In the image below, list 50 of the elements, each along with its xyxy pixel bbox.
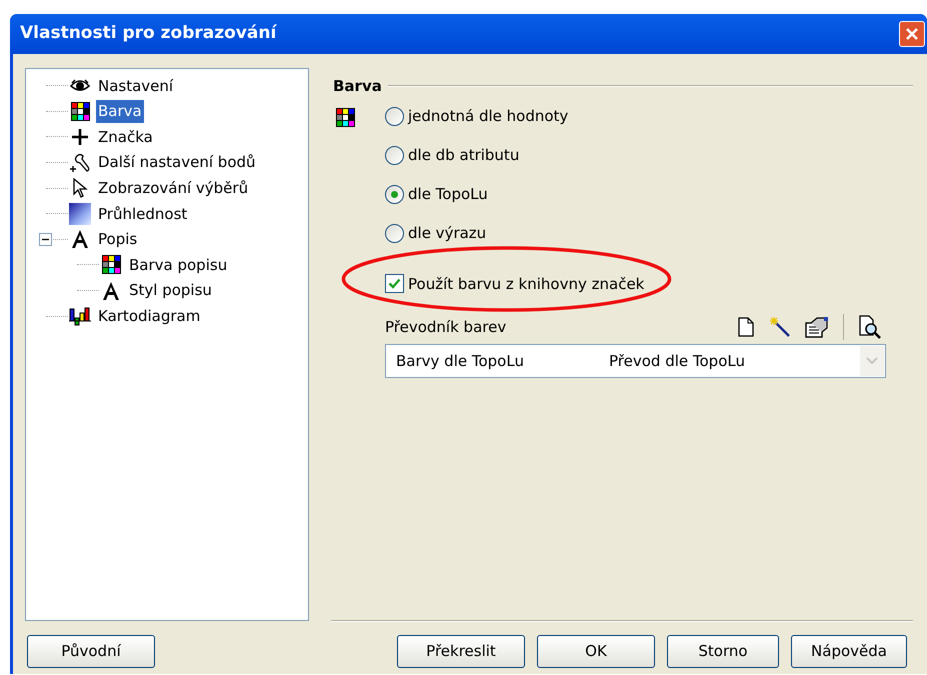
dialog-button[interactable]: OK (537, 635, 655, 668)
wrench-icon (69, 152, 91, 173)
radio-label: dle TopoLu (408, 184, 488, 206)
cursor-icon (72, 178, 88, 198)
radio-label: dle db atributu (408, 145, 520, 166)
radio-button[interactable] (385, 107, 404, 126)
field-label: Převodník barev (385, 316, 506, 338)
dialog-button[interactable]: Překreslit (397, 635, 525, 668)
tree-item[interactable]: Barva popisu (127, 254, 230, 276)
section-title: Barva (333, 76, 382, 97)
dropdown-value: Převod dle TopoLu (609, 350, 746, 372)
preview-icon[interactable] (858, 315, 882, 339)
dialog-button[interactable]: Storno (667, 635, 779, 668)
eye-icon (70, 78, 90, 93)
tree-item[interactable]: Průhlednost (96, 202, 190, 226)
close-button[interactable] (899, 21, 925, 47)
dialog-button[interactable]: Nápověda (791, 635, 907, 668)
tree-item[interactable]: Nastavení (96, 74, 176, 98)
converter-dropdown[interactable]: Barvy dle TopoLu Převod dle TopoLu (385, 344, 886, 378)
magic-wand-icon[interactable] (769, 316, 791, 338)
tree-item[interactable]: Další nastavení bodů (96, 151, 258, 174)
dropdown-value: Barvy dle TopoLu (395, 350, 525, 372)
plus-icon (71, 128, 89, 146)
tree-item[interactable]: Barva (96, 100, 144, 123)
tree-item[interactable]: Popis (96, 228, 140, 251)
collapse-toggle[interactable] (39, 232, 52, 246)
dialog-button[interactable]: Původní (27, 635, 155, 668)
checkmark-icon (388, 277, 401, 290)
window-title: Vlastnosti pro zobrazování (20, 22, 276, 46)
tree-item[interactable]: Značka (96, 126, 155, 148)
letter-a-icon (70, 229, 90, 250)
checkbox-label: Použít barvu z knihovny značek (408, 274, 644, 294)
palette-icon (102, 255, 120, 274)
checkbox[interactable] (385, 274, 404, 294)
gradient-icon (69, 202, 91, 225)
palette-icon (70, 102, 90, 121)
new-document-icon[interactable] (737, 317, 755, 337)
radio-label: jednotná dle hodnoty (408, 106, 568, 128)
radio-button[interactable] (385, 146, 404, 165)
palette-icon (336, 108, 355, 126)
letter-a-icon (101, 280, 121, 301)
radio-button[interactable] (385, 224, 404, 243)
tree-item[interactable]: Zobrazování výběrů (96, 176, 250, 200)
radio-button[interactable] (385, 185, 404, 204)
properties-icon[interactable] (805, 316, 829, 338)
close-icon (904, 26, 920, 42)
tree-item[interactable]: Styl popisu (127, 279, 214, 302)
radio-label: dle výrazu (408, 223, 486, 244)
tree-item[interactable]: Kartodiagram (96, 304, 202, 328)
bar-chart-icon (68, 306, 92, 326)
